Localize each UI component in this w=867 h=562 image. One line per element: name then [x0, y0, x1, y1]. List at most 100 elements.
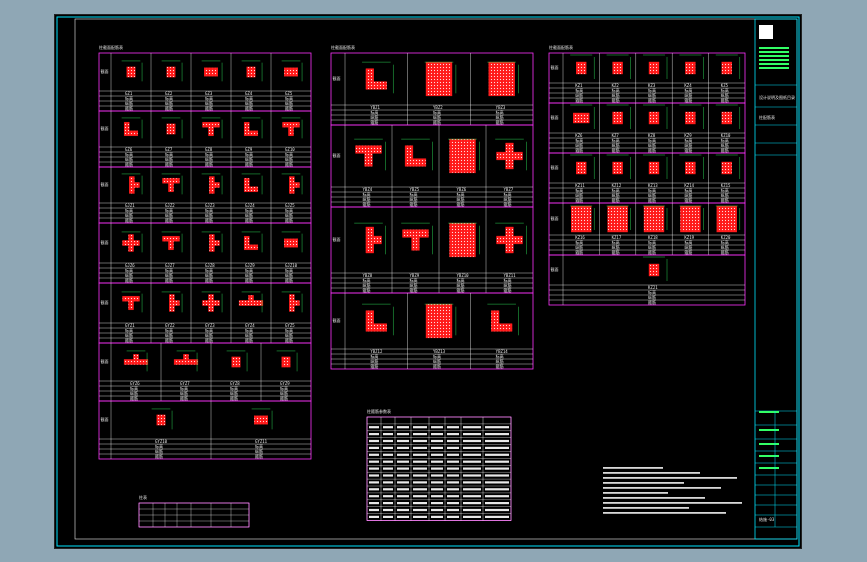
section-square	[721, 161, 732, 175]
row-header-text: 截面	[101, 416, 109, 422]
schedule-cell-text	[383, 508, 393, 512]
column-spec-label: 箍筋	[721, 197, 729, 203]
column-section-gz1	[121, 60, 143, 82]
column-spec-label: 箍筋	[612, 197, 620, 203]
schedule-cell-text	[431, 439, 443, 443]
row-header-text: 截面	[333, 152, 341, 158]
column-spec-label: 箍筋	[125, 277, 133, 283]
column-section-gyz3	[201, 291, 223, 313]
table-row-block: 截面GYZ10标高纵筋箍筋GYZ11标高纵筋箍筋	[98, 400, 312, 460]
title-block-field	[759, 467, 779, 469]
column-section-gz3	[201, 60, 223, 82]
schedule-cell-text	[383, 467, 393, 470]
title-block-green-text	[759, 47, 789, 49]
schedule-cell-text	[447, 433, 459, 436]
column-section-gz6	[121, 117, 143, 139]
column-section-gjz9	[241, 231, 263, 253]
right-panel-title: 柱截面配筋表	[549, 44, 573, 50]
column-section-gyz7	[173, 350, 199, 372]
title-block-field	[759, 443, 779, 445]
schedule-cell-text	[413, 488, 427, 491]
column-section-ybz13	[424, 303, 457, 339]
schedule-cell-text	[447, 474, 459, 477]
schedule-cell-text	[485, 495, 509, 498]
column-section-kz18	[643, 205, 668, 233]
section-rect	[253, 415, 268, 425]
title-block-green-text	[759, 55, 789, 57]
section-square	[126, 66, 136, 78]
column-section-gyz1	[121, 291, 143, 313]
table-row-block: 截面KZ1标高纵筋箍筋KZ2标高纵筋箍筋KZ3标高纵筋箍筋KZ4标高纵筋箍筋KZ…	[548, 52, 746, 104]
schedule-cell-text	[413, 446, 427, 449]
schedule-cell-text	[463, 460, 481, 463]
section-polygon	[129, 176, 140, 194]
schedule-cell-text	[369, 446, 379, 449]
section-polygon	[355, 145, 382, 167]
section-polygon	[202, 294, 220, 312]
schedule-cell-text	[397, 495, 409, 498]
schedule-cell-text	[413, 433, 427, 436]
row-block-border	[98, 400, 312, 460]
section-square	[612, 61, 623, 75]
section-large	[571, 205, 592, 233]
column-spec-label: 箍筋	[285, 105, 293, 111]
schedule-cell-text	[447, 515, 459, 518]
column-spec-label: 箍筋	[205, 217, 213, 223]
section-large	[607, 205, 628, 233]
schedule-cell-text	[463, 481, 481, 484]
section-polygon	[496, 142, 523, 170]
column-spec-label: 箍筋	[125, 105, 133, 111]
right-column-table: 截面KZ1标高纵筋箍筋KZ2标高纵筋箍筋KZ3标高纵筋箍筋KZ4标高纵筋箍筋KZ…	[548, 52, 746, 306]
table-row-block: 截面GZ1标高纵筋箍筋GZ2标高纵筋箍筋GZ3标高纵筋箍筋GZ4标高纵筋箍筋GZ…	[98, 52, 312, 112]
column-section-kz14	[679, 154, 704, 179]
column-spec-label: 箍筋	[245, 161, 253, 167]
schedule-cell-text	[485, 508, 509, 512]
column-section-gjz1	[121, 173, 143, 195]
table-row-block: 截面KZ6标高纵筋箍筋KZ7标高纵筋箍筋KZ8标高纵筋箍筋KZ9标高纵筋箍筋KZ…	[548, 102, 746, 154]
table-row-block: 截面GYZ1标高纵筋箍筋GYZ2标高纵筋箍筋GYZ3标高纵筋箍筋GYZ4标高纵筋…	[98, 282, 312, 344]
cad-drawing-canvas[interactable]: 柱截面配筋表 柱截面配筋表 柱截面配筋表截面GZ1标高纵筋箍筋GZ2标高纵筋箍筋GZ…	[55, 15, 801, 548]
table-row-block: 截面YBZ8标高纵筋箍筋YBZ9标高纵筋箍筋YBZ10标高纵筋箍筋YBZ11标高…	[330, 206, 534, 294]
column-spec-label: 箍筋	[496, 363, 504, 369]
column-spec-label: 箍筋	[457, 201, 465, 207]
column-spec-label: 箍筋	[165, 161, 173, 167]
schedule-cell-text	[463, 508, 481, 512]
column-spec-label: 箍筋	[165, 105, 173, 111]
section-rect	[283, 67, 298, 77]
column-spec-label: 箍筋	[684, 197, 692, 203]
column-spec-label: 箍筋	[496, 119, 504, 125]
schedule-cell-text	[447, 453, 459, 456]
column-section-gyz11	[251, 408, 273, 430]
note-line	[603, 472, 700, 474]
schedule-cell-text	[431, 495, 443, 498]
schedule-cell-text	[369, 488, 379, 491]
column-section-gz10	[281, 117, 303, 139]
section-polygon	[365, 310, 387, 332]
column-spec-label: 箍筋	[255, 453, 263, 459]
column-section-gyz2	[161, 291, 183, 313]
schedule-cell-text	[369, 502, 379, 505]
schedule-title: 柱箍筋参数表	[367, 408, 391, 414]
column-spec-label: 箍筋	[370, 363, 378, 369]
section-square	[648, 61, 660, 75]
section-square	[612, 161, 623, 175]
row-header-text: 截面	[551, 114, 559, 120]
column-section-gz4	[241, 60, 263, 82]
schedule-cell-text	[397, 433, 409, 436]
section-square	[648, 111, 660, 125]
section-polygon	[122, 296, 140, 310]
schedule-cell-text	[463, 467, 481, 470]
table-row-block: 截面GJZ6标高纵筋箍筋GJZ7标高纵筋箍筋GJZ8标高纵筋箍筋GJZ9标高纵筋…	[98, 222, 312, 284]
column-section-gyz6	[123, 350, 149, 372]
row-header-text: 截面	[551, 64, 559, 70]
note-line	[603, 482, 684, 484]
column-section-gz8	[201, 117, 223, 139]
section-square	[721, 111, 732, 125]
table-row-block: 截面GZ6标高纵筋箍筋GZ7标高纵筋箍筋GZ8标高纵筋箍筋GZ9标高纵筋箍筋GZ…	[98, 110, 312, 168]
table-row-block: 截面KZ11标高纵筋箍筋KZ12标高纵筋箍筋KZ13标高纵筋箍筋KZ14标高纵筋…	[548, 152, 746, 204]
schedule-cell-text	[431, 502, 443, 505]
schedule-cell-text	[485, 474, 509, 477]
schedule-cell-text	[369, 495, 379, 498]
column-spec-label: 箍筋	[125, 161, 133, 167]
schedule-cell-text	[431, 426, 443, 429]
